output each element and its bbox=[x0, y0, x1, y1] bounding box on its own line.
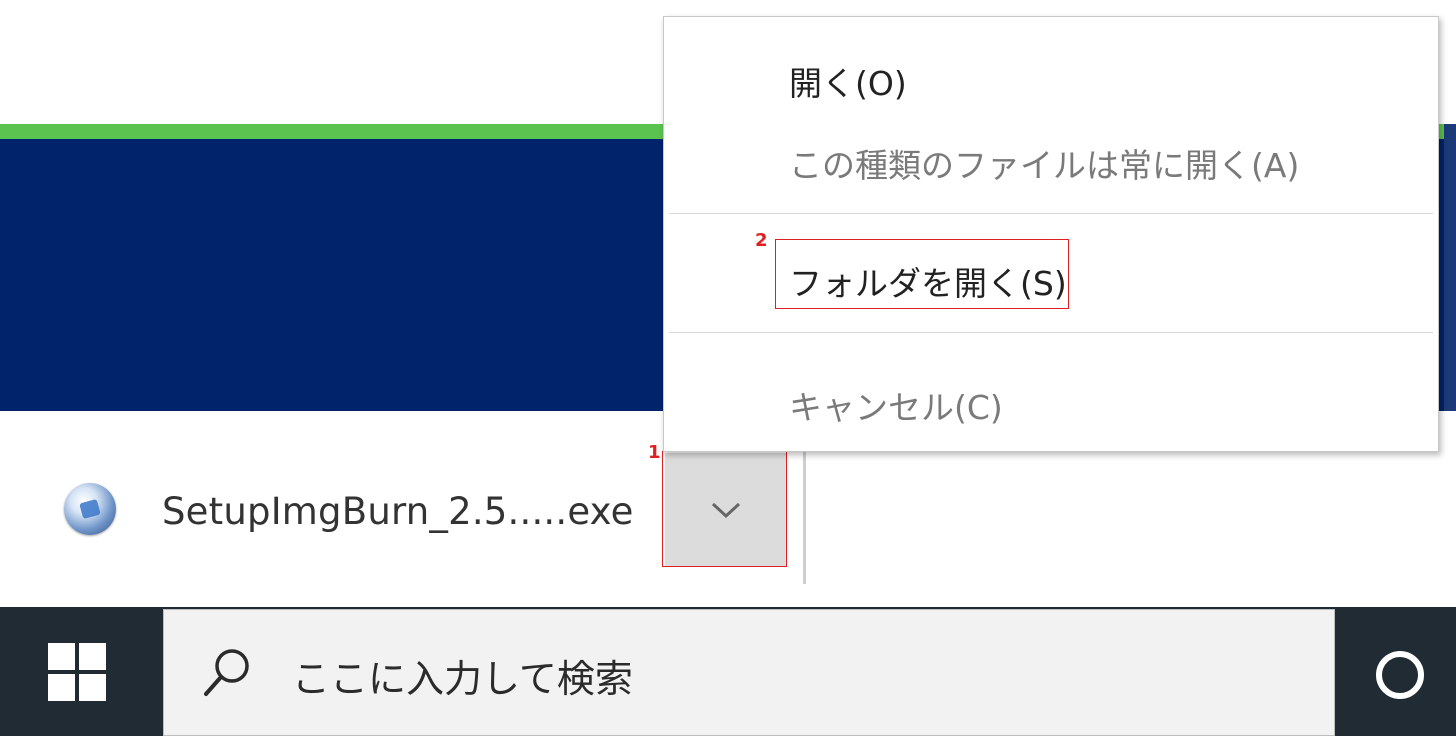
download-options-button[interactable] bbox=[665, 453, 787, 567]
cortana-icon[interactable] bbox=[1370, 645, 1430, 705]
download-context-menu: 開く(O) この種類のファイルは常に開く(A) フォルダを開く(S) キャンセル… bbox=[663, 16, 1439, 452]
menu-item-cancel: キャンセル(C) bbox=[789, 388, 1003, 427]
windows-logo-icon bbox=[48, 643, 106, 701]
annotation-number-2: 2 bbox=[755, 230, 768, 251]
menu-item-always-open: この種類のファイルは常に開く(A) bbox=[789, 146, 1300, 185]
start-button[interactable] bbox=[0, 607, 158, 736]
menu-separator bbox=[669, 213, 1433, 214]
download-bar-divider bbox=[803, 452, 806, 584]
taskbar-search-box[interactable]: ここに入力して検索 bbox=[163, 609, 1335, 736]
chevron-down-icon bbox=[711, 502, 741, 519]
search-icon bbox=[204, 649, 249, 696]
menu-separator bbox=[669, 332, 1433, 333]
page-scroll-edge bbox=[1444, 124, 1456, 411]
search-placeholder: ここに入力して検索 bbox=[292, 657, 633, 701]
menu-item-open[interactable]: 開く(O) bbox=[789, 57, 907, 105]
setup-file-icon bbox=[64, 483, 116, 535]
download-file-name[interactable]: SetupImgBurn_2.5.....exe bbox=[162, 490, 634, 533]
annotation-number-1: 1 bbox=[648, 442, 661, 463]
menu-item-open-folder[interactable]: フォルダを開く(S) bbox=[789, 257, 1067, 305]
